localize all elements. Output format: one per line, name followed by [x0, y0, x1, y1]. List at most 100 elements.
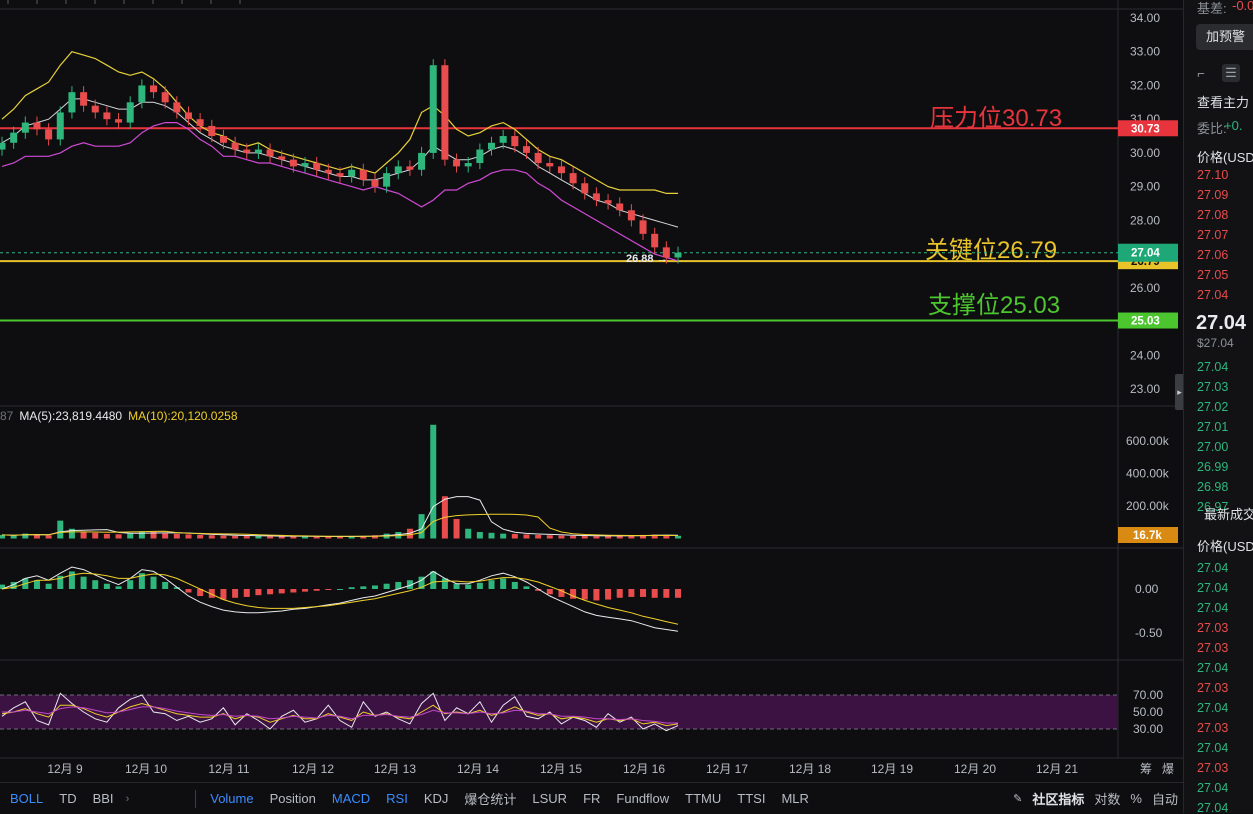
percent-scale-toggle[interactable]: % — [1125, 791, 1147, 806]
trade-price-row[interactable]: 27.03 — [1197, 681, 1228, 695]
log-scale-toggle[interactable]: 对数 — [1089, 789, 1125, 808]
tab-position[interactable]: Position — [262, 791, 324, 806]
ask-price-row[interactable]: 27.07 — [1197, 228, 1228, 242]
bid-price-row[interactable]: 26.98 — [1197, 480, 1228, 494]
volume-bar — [127, 533, 134, 539]
trade-price-row[interactable]: 27.03 — [1197, 641, 1228, 655]
axis-corner-chip-icon: 筹 — [1140, 762, 1152, 776]
tab-fr[interactable]: FR — [575, 791, 608, 806]
tab-ttmu[interactable]: TTMU — [677, 791, 729, 806]
community-indicators-button[interactable]: 社区指标 — [1027, 789, 1089, 808]
candle-body — [301, 163, 309, 167]
ask-price-row[interactable]: 27.05 — [1197, 268, 1228, 282]
tab-lsur[interactable]: LSUR — [524, 791, 575, 806]
volume-bar — [10, 535, 17, 539]
volume-bar — [243, 536, 250, 539]
chart-area[interactable]: 34.0033.0032.0031.0030.0029.0028.0027.00… — [0, 0, 1183, 782]
indicator-toolbar: BOLL TD BBI › Volume Position MACD RSI K… — [0, 782, 1183, 814]
trade-price-row[interactable]: 27.04 — [1197, 781, 1228, 795]
macd-histogram-bar — [255, 589, 262, 596]
time-tick-label: 12月 16 — [623, 762, 665, 776]
trade-price-row[interactable]: 27.04 — [1197, 701, 1228, 715]
candle-body — [592, 193, 600, 201]
volume-bar — [546, 535, 553, 539]
candle-body — [68, 92, 76, 113]
volume-bar — [476, 532, 483, 539]
layout-icon[interactable]: ⌐ — [1192, 64, 1210, 82]
bid-price-row[interactable]: 26.99 — [1197, 460, 1228, 474]
macd-histogram-bar — [651, 589, 658, 598]
trade-price-row[interactable]: 27.04 — [1197, 581, 1228, 595]
trade-price-row[interactable]: 27.03 — [1197, 761, 1228, 775]
more-indicators-chevron-icon[interactable]: › — [122, 793, 134, 805]
tab-rsi[interactable]: RSI — [378, 791, 416, 806]
bid-price-row[interactable]: 27.03 — [1197, 380, 1228, 394]
candle-body — [0, 142, 6, 150]
bid-price-row[interactable]: 27.04 — [1197, 360, 1228, 374]
commission-ratio-value: +0. — [1224, 118, 1243, 133]
ask-price-row[interactable]: 27.08 — [1197, 208, 1228, 222]
macd-histogram-bar — [371, 585, 378, 589]
macd-histogram-bar — [675, 589, 681, 598]
tab-boll[interactable]: BOLL — [0, 791, 51, 806]
bid-price-row[interactable]: 27.01 — [1197, 420, 1228, 434]
candle-body — [499, 136, 507, 143]
rsi-tick-label: 30.00 — [1133, 722, 1163, 736]
time-tick-label: 12月 20 — [954, 762, 996, 776]
time-tick-label: 12月 18 — [789, 762, 831, 776]
tab-mlr[interactable]: MLR — [773, 791, 816, 806]
tab-liquidation-stats[interactable]: 爆仓统计 — [456, 789, 524, 808]
orderbook-view-icon[interactable]: ☰ — [1222, 64, 1240, 82]
candle-body — [208, 125, 216, 137]
trade-price-row[interactable]: 27.04 — [1197, 601, 1228, 615]
bid-price-row[interactable]: 27.02 — [1197, 400, 1228, 414]
volume-bar — [138, 531, 145, 539]
trade-price-row[interactable]: 27.03 — [1197, 721, 1228, 735]
candle-body — [569, 173, 577, 184]
volume-bar — [418, 514, 425, 539]
candle-body — [103, 112, 111, 120]
tab-bbi[interactable]: BBI — [85, 791, 122, 806]
add-alert-button[interactable]: 加预警 — [1196, 24, 1253, 50]
latest-trades-title[interactable]: 最新成交 — [1204, 504, 1253, 523]
macd-histogram-bar — [616, 589, 623, 598]
price-chart-svg[interactable]: 34.0033.0032.0031.0030.0029.0028.0027.00… — [0, 0, 1183, 782]
ask-price-row[interactable]: 27.06 — [1197, 248, 1228, 262]
volume-ma10-line — [1, 513, 678, 537]
bid-price-row[interactable]: 27.00 — [1197, 440, 1228, 454]
auto-scale-toggle[interactable]: 自动 — [1147, 789, 1183, 808]
ask-price-row[interactable]: 27.04 — [1197, 288, 1228, 302]
tab-kdj[interactable]: KDJ — [416, 791, 457, 806]
edit-icon[interactable]: ✎ — [1008, 792, 1027, 805]
tab-ttsi[interactable]: TTSI — [729, 791, 773, 806]
orderbook-panel: 基差: -0.0 加预警 ⌐ ☰ 查看主力 委比: +0. 价格(USD 27.… — [1183, 0, 1253, 813]
volume-bar — [162, 533, 169, 539]
tab-volume[interactable]: Volume — [202, 791, 261, 806]
ask-price-row[interactable]: 27.10 — [1197, 168, 1228, 182]
macd-histogram-bar — [278, 589, 285, 594]
macd-histogram-bar — [232, 589, 239, 598]
macd-histogram-bar — [640, 589, 647, 597]
main-force-title[interactable]: 查看主力 — [1197, 92, 1249, 111]
macd-histogram-bar — [593, 589, 600, 601]
trade-price-row[interactable]: 27.04 — [1197, 561, 1228, 575]
trade-price-row[interactable]: 27.04 — [1197, 741, 1228, 755]
volume-bar — [453, 519, 460, 539]
volume-ma-legend: 87 MA(5):23,819.4480 MA(10):20,120.0258 — [0, 409, 244, 423]
volume-bar — [57, 520, 64, 539]
price-tick-label: 32.00 — [1130, 78, 1160, 92]
tab-td[interactable]: TD — [51, 791, 84, 806]
price-tick-label: 30.00 — [1130, 146, 1160, 160]
macd-histogram-bar — [68, 571, 75, 589]
volume-tick-label: 600.00k — [1126, 434, 1170, 448]
trade-price-row[interactable]: 27.03 — [1197, 621, 1228, 635]
boll-lower-line — [1, 122, 679, 262]
ask-price-row[interactable]: 27.09 — [1197, 188, 1228, 202]
macd-histogram-bar — [162, 581, 169, 589]
tab-macd[interactable]: MACD — [324, 791, 378, 806]
volume-bar — [581, 536, 588, 539]
trade-price-row[interactable]: 27.04 — [1197, 801, 1228, 813]
trade-price-row[interactable]: 27.04 — [1197, 661, 1228, 675]
tab-fundflow[interactable]: Fundflow — [608, 791, 677, 806]
price-tick-label: 26.00 — [1130, 281, 1160, 295]
